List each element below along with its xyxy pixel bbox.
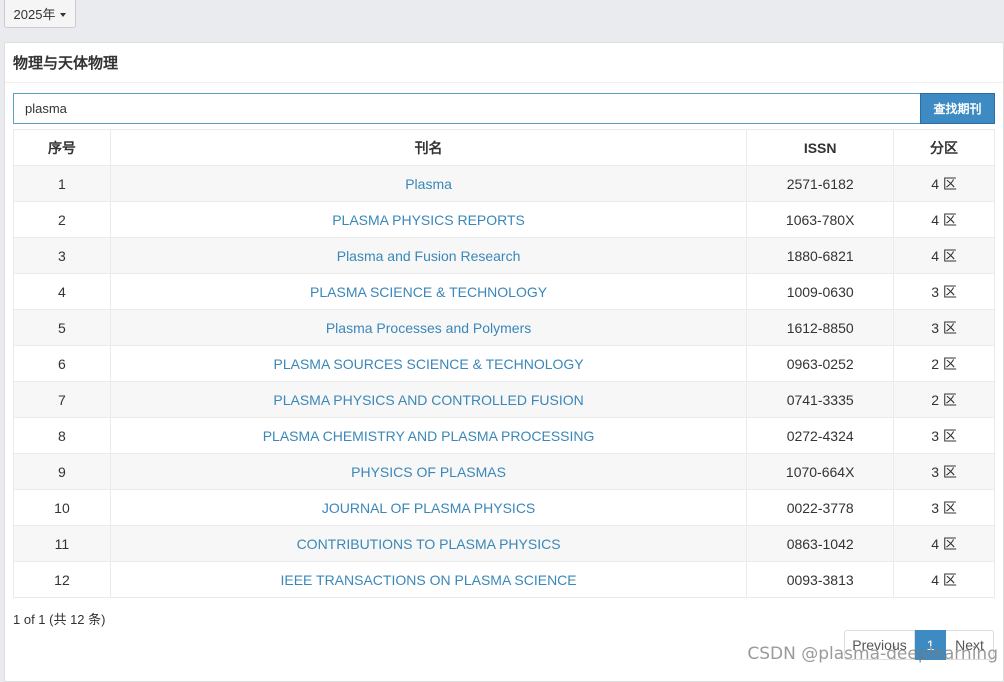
row-zone: 4 区: [893, 525, 995, 562]
search-journal-button[interactable]: 查找期刊: [920, 93, 995, 124]
year-dropdown-button[interactable]: 2025年: [4, 0, 76, 28]
table-row: 1 Plasma 2571-6182 4 区: [13, 165, 995, 202]
row-issn: 1063-780X: [746, 201, 895, 238]
pagination-info: 1 of 1 (共 12 条): [13, 612, 106, 627]
journal-name-link[interactable]: PLASMA PHYSICS AND CONTROLLED FUSION: [273, 392, 583, 408]
row-index: 11: [13, 525, 111, 562]
table-row: 4 PLASMA SCIENCE & TECHNOLOGY 1009-0630 …: [13, 273, 995, 310]
row-issn: 0272-4324: [746, 417, 895, 454]
journal-name-link[interactable]: PLASMA SCIENCE & TECHNOLOGY: [310, 284, 547, 300]
header-zone: 分区: [893, 129, 995, 166]
table-row: 12 IEEE TRANSACTIONS ON PLASMA SCIENCE 0…: [13, 561, 995, 598]
row-issn: 0863-1042: [746, 525, 895, 562]
row-index: 4: [13, 273, 111, 310]
table-row: 8 PLASMA CHEMISTRY AND PLASMA PROCESSING…: [13, 417, 995, 454]
row-issn: 0963-0252: [746, 345, 895, 382]
journal-panel: 物理与天体物理 查找期刊 序号 刊名 ISSN 分区 1 Plasma 2571…: [4, 42, 1004, 682]
table-header-row: 序号 刊名 ISSN 分区: [13, 129, 995, 166]
row-issn: 2571-6182: [746, 165, 895, 202]
table-row: 5 Plasma Processes and Polymers 1612-885…: [13, 309, 995, 346]
row-issn: 1009-0630: [746, 273, 895, 310]
row-zone: 3 区: [893, 273, 995, 310]
row-index: 5: [13, 309, 111, 346]
header-issn: ISSN: [746, 129, 895, 166]
previous-page-button[interactable]: Previous: [844, 630, 915, 660]
journal-table: 序号 刊名 ISSN 分区 1 Plasma 2571-6182 4 区 2 P…: [13, 129, 995, 598]
row-index: 3: [13, 237, 111, 274]
journal-name-link[interactable]: Plasma Processes and Polymers: [326, 320, 531, 336]
table-row: 10 JOURNAL OF PLASMA PHYSICS 0022-3778 3…: [13, 489, 995, 526]
row-index: 6: [13, 345, 111, 382]
row-zone: 2 区: [893, 381, 995, 418]
journal-name-link[interactable]: Plasma and Fusion Research: [337, 248, 521, 264]
header-index: 序号: [13, 129, 111, 166]
row-zone: 3 区: [893, 489, 995, 526]
journal-name-link[interactable]: Plasma: [405, 176, 452, 192]
current-page-button[interactable]: 1: [915, 630, 946, 660]
year-dropdown-label: 2025年: [13, 7, 56, 22]
row-issn: 1612-8850: [746, 309, 895, 346]
row-issn: 0093-3813: [746, 561, 895, 598]
row-index: 8: [13, 417, 111, 454]
table-row: 9 PHYSICS OF PLASMAS 1070-664X 3 区: [13, 453, 995, 490]
journal-name-link[interactable]: JOURNAL OF PLASMA PHYSICS: [322, 500, 535, 516]
journal-name-link[interactable]: PLASMA PHYSICS REPORTS: [332, 212, 525, 228]
row-index: 12: [13, 561, 111, 598]
table-row: 3 Plasma and Fusion Research 1880-6821 4…: [13, 237, 995, 274]
search-input[interactable]: [13, 93, 920, 124]
row-issn: 0741-3335: [746, 381, 895, 418]
journal-name-link[interactable]: IEEE TRANSACTIONS ON PLASMA SCIENCE: [280, 572, 576, 588]
row-zone: 2 区: [893, 345, 995, 382]
journal-name-link[interactable]: CONTRIBUTIONS TO PLASMA PHYSICS: [297, 536, 561, 552]
journal-name-link[interactable]: PLASMA SOURCES SCIENCE & TECHNOLOGY: [273, 356, 583, 372]
row-zone: 3 区: [893, 453, 995, 490]
next-page-button[interactable]: Next: [946, 630, 994, 660]
pagination: Previous 1 Next: [844, 630, 994, 660]
row-issn: 0022-3778: [746, 489, 895, 526]
row-zone: 3 区: [893, 309, 995, 346]
row-zone: 4 区: [893, 561, 995, 598]
table-row: 6 PLASMA SOURCES SCIENCE & TECHNOLOGY 09…: [13, 345, 995, 382]
row-zone: 4 区: [893, 165, 995, 202]
table-row: 11 CONTRIBUTIONS TO PLASMA PHYSICS 0863-…: [13, 525, 995, 562]
table-row: 2 PLASMA PHYSICS REPORTS 1063-780X 4 区: [13, 201, 995, 238]
row-index: 2: [13, 201, 111, 238]
row-issn: 1880-6821: [746, 237, 895, 274]
caret-down-icon: [60, 12, 67, 17]
row-index: 10: [13, 489, 111, 526]
row-zone: 3 区: [893, 417, 995, 454]
row-index: 9: [13, 453, 111, 490]
row-index: 1: [13, 165, 111, 202]
search-bar: 查找期刊: [13, 93, 995, 124]
row-zone: 4 区: [893, 237, 995, 274]
panel-title: 物理与天体物理: [5, 43, 1003, 83]
journal-name-link[interactable]: PHYSICS OF PLASMAS: [351, 464, 506, 480]
table-row: 7 PLASMA PHYSICS AND CONTROLLED FUSION 0…: [13, 381, 995, 418]
row-zone: 4 区: [893, 201, 995, 238]
header-name: 刊名: [109, 129, 748, 166]
journal-name-link[interactable]: PLASMA CHEMISTRY AND PLASMA PROCESSING: [263, 428, 595, 444]
row-index: 7: [13, 381, 111, 418]
row-issn: 1070-664X: [746, 453, 895, 490]
